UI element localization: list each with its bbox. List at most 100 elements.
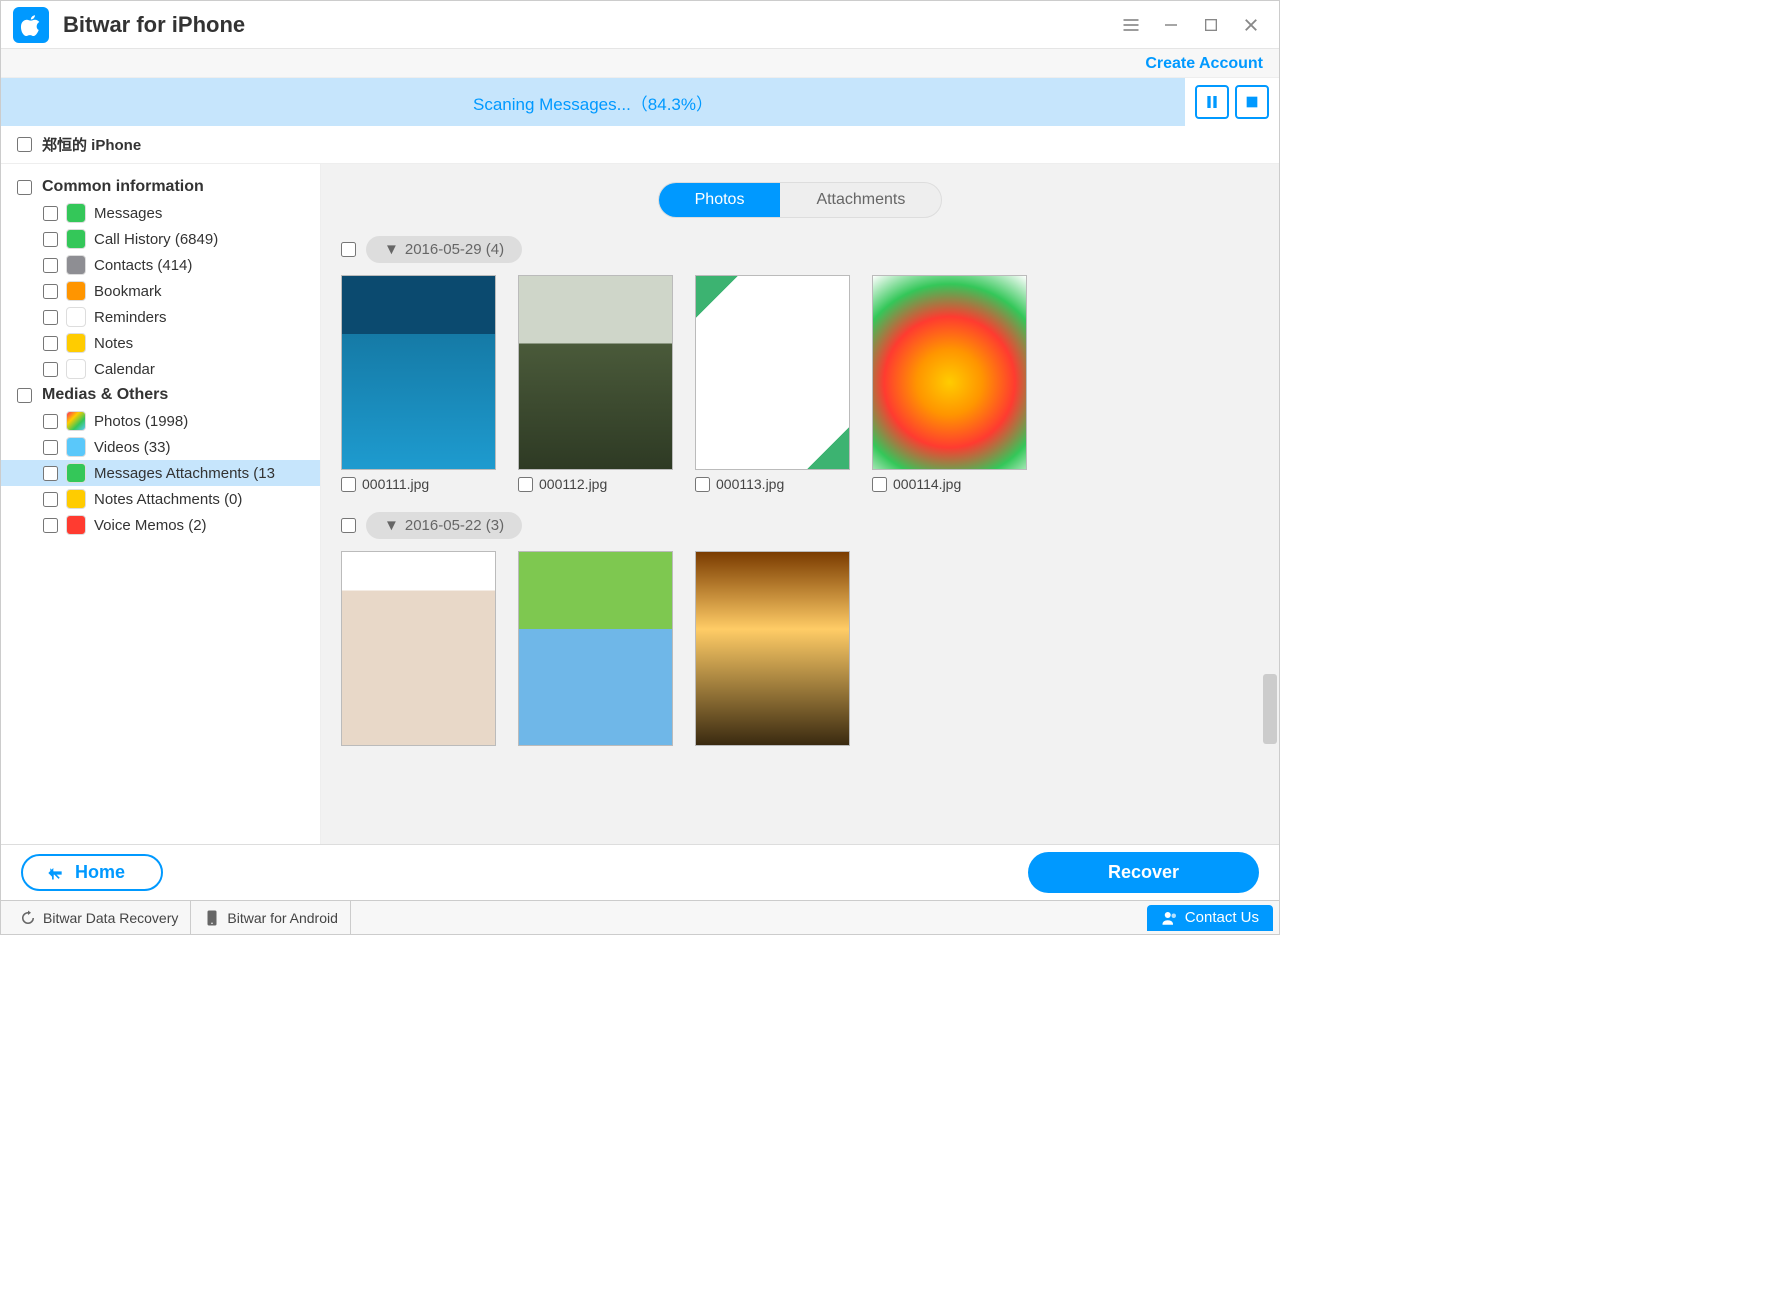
group-title: 2016-05-22 (3) [405,517,504,534]
sidebar-item[interactable]: Calendar [1,356,320,382]
thumbnail-item [518,551,673,746]
sidebar-item[interactable]: Bookmark [1,278,320,304]
thumbnail-image[interactable] [518,275,673,470]
tab-attachments[interactable]: Attachments [780,183,941,217]
thumbnail-image[interactable] [695,551,850,746]
item-checkbox[interactable] [43,362,58,377]
section-checkbox[interactable] [17,180,32,195]
category-icon [66,307,86,327]
sidebar-item-label: Reminders [94,309,167,326]
sidebar-section-header[interactable]: Medias & Others [1,382,320,408]
thumbnail-image[interactable] [518,551,673,746]
thumbnail-item [341,551,496,746]
sidebar-item-label: Messages [94,205,162,222]
sidebar-item-label: Videos (33) [94,439,170,456]
group-header: ▼2016-05-22 (3) [341,512,1259,539]
home-button[interactable]: Home [21,854,163,891]
group-checkbox[interactable] [341,242,356,257]
home-button-label: Home [75,862,125,883]
account-row: Create Account [1,49,1279,78]
tab-photos[interactable]: Photos [659,183,781,217]
item-checkbox[interactable] [43,206,58,221]
group-checkbox[interactable] [341,518,356,533]
footer-link-android[interactable]: Bitwar for Android [191,901,351,934]
thumbnail-filename: 000114.jpg [893,476,961,492]
thumbnail-filename: 000111.jpg [362,476,429,492]
stop-button[interactable] [1235,85,1269,119]
item-checkbox[interactable] [43,440,58,455]
category-icon [66,515,86,535]
thumbnail-meta: 000113.jpg [695,476,850,492]
sidebar-item[interactable]: Videos (33) [1,434,320,460]
item-checkbox[interactable] [43,466,58,481]
footer-link-data-recovery[interactable]: Bitwar Data Recovery [7,901,191,934]
category-icon [66,229,86,249]
sidebar-item-label: Call History (6849) [94,231,218,248]
thumbnail-image[interactable] [341,551,496,746]
thumbnail-item: 000111.jpg [341,275,496,492]
sidebar-item[interactable]: Photos (1998) [1,408,320,434]
item-checkbox[interactable] [43,284,58,299]
sidebar: Common information Messages Call History (… [1,164,321,844]
sidebar-item-label: Notes [94,335,133,352]
sidebar-item[interactable]: Messages [1,200,320,226]
item-checkbox[interactable] [43,232,58,247]
sidebar-item[interactable]: Notes [1,330,320,356]
thumbnail-row [341,551,1259,746]
minimize-button[interactable] [1151,5,1191,45]
scrollbar-thumb[interactable] [1263,674,1277,744]
thumbnail-checkbox[interactable] [518,477,533,492]
recover-button[interactable]: Recover [1028,852,1259,893]
sidebar-item-label: Notes Attachments (0) [94,491,242,508]
contact-us-button[interactable]: Contact Us [1147,905,1273,931]
thumbnail-filename: 000112.jpg [539,476,607,492]
thumbnail-checkbox[interactable] [872,477,887,492]
item-checkbox[interactable] [43,336,58,351]
device-checkbox[interactable] [17,137,32,152]
category-icon [66,255,86,275]
thumbnail-checkbox[interactable] [695,477,710,492]
item-checkbox[interactable] [43,310,58,325]
sidebar-item[interactable]: Voice Memos (2) [1,512,320,538]
thumbnail-image[interactable] [341,275,496,470]
sidebar-item[interactable]: Messages Attachments (13 [1,460,320,486]
sidebar-item[interactable]: Reminders [1,304,320,330]
thumbnail-image[interactable] [695,275,850,470]
sidebar-item[interactable]: Notes Attachments (0) [1,486,320,512]
group-toggle[interactable]: ▼2016-05-22 (3) [366,512,522,539]
thumbnail-meta: 000114.jpg [872,476,1027,492]
thumbnail-item [695,551,850,746]
section-checkbox[interactable] [17,388,32,403]
sidebar-item[interactable]: Contacts (414) [1,252,320,278]
maximize-button[interactable] [1191,5,1231,45]
menu-icon[interactable] [1111,5,1151,45]
item-checkbox[interactable] [43,518,58,533]
category-icon [66,281,86,301]
thumbnail-filename: 000113.jpg [716,476,784,492]
thumbnail-item: 000112.jpg [518,275,673,492]
sidebar-item-label: Photos (1998) [94,413,188,430]
scan-status-text: Scaning Messages...（84.3%） [1,78,1185,126]
titlebar: Bitwar for iPhone [1,1,1279,49]
thumbnail-item: 000113.jpg [695,275,850,492]
sidebar-item-label: Calendar [94,361,155,378]
section-title: Common information [42,178,204,196]
footer: Bitwar Data Recovery Bitwar for Android … [1,900,1279,934]
item-checkbox[interactable] [43,414,58,429]
sidebar-item[interactable]: Call History (6849) [1,226,320,252]
app-logo [13,7,49,43]
category-icon [66,359,86,379]
item-checkbox[interactable] [43,258,58,273]
scan-controls [1185,78,1279,126]
sidebar-section-header[interactable]: Common information [1,174,320,200]
close-button[interactable] [1231,5,1271,45]
item-checkbox[interactable] [43,492,58,507]
tabs: Photos Attachments [321,164,1279,228]
create-account-link[interactable]: Create Account [1145,55,1263,73]
thumbnail-checkbox[interactable] [341,477,356,492]
pause-button[interactable] [1195,85,1229,119]
thumbnail-image[interactable] [872,275,1027,470]
sidebar-item-label: Bookmark [94,283,162,300]
group-toggle[interactable]: ▼2016-05-29 (4) [366,236,522,263]
category-icon [66,203,86,223]
